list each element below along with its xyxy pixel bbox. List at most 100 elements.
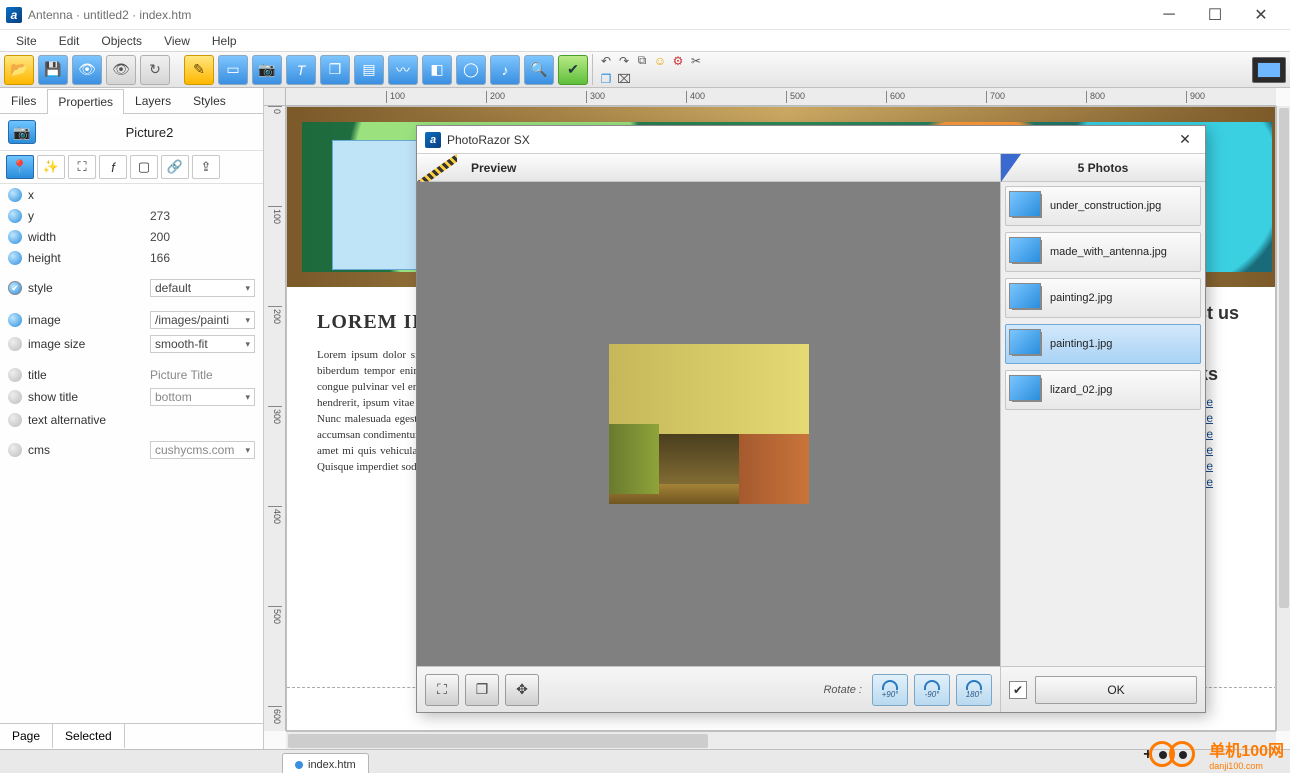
rotate-plus90-button[interactable]: +90°	[872, 674, 908, 706]
rotate-180-button[interactable]: 180°	[956, 674, 992, 706]
export-tab-icon[interactable]: ⇪	[192, 155, 220, 179]
display-toggle-button[interactable]	[1252, 57, 1286, 83]
prop-cms-value[interactable]: cushycms.com	[150, 441, 255, 459]
fx-tab-icon[interactable]: f	[99, 155, 127, 179]
eye-grey-button[interactable]: 👁	[106, 55, 136, 85]
photo-item[interactable]: made_with_antenna.jpg	[1005, 232, 1201, 272]
ruler-tick: 400	[686, 91, 705, 103]
ruler-tick: 100	[386, 91, 405, 103]
rectangle-tool-button[interactable]: ▭	[218, 55, 248, 85]
edit-tool-button[interactable]: ✎	[184, 55, 214, 85]
tab-page[interactable]: Page	[0, 724, 52, 749]
prop-height-value[interactable]: 166	[150, 251, 255, 265]
prop-y-value[interactable]: 273	[150, 209, 255, 223]
prop-showtitle-value[interactable]: bottom	[150, 388, 255, 406]
crop-tab-icon[interactable]: ⛶	[68, 155, 96, 179]
dialog-titlebar[interactable]: a PhotoRazor SX ✕	[417, 126, 1205, 154]
preview-canvas	[417, 182, 1000, 666]
preview-header: Preview	[417, 154, 1000, 182]
prop-style-value[interactable]: default	[150, 279, 255, 297]
tab-layers[interactable]: Layers	[124, 88, 182, 113]
photo-item[interactable]: lizard_02.jpg	[1005, 370, 1201, 410]
dialog-title: PhotoRazor SX	[447, 133, 1173, 147]
check-tool-button[interactable]: ✔	[558, 55, 588, 85]
prop-title-label: title	[28, 368, 150, 382]
minimize-button[interactable]: ─	[1146, 0, 1192, 30]
rotate-minus90-button[interactable]: -90°	[914, 674, 950, 706]
ruler-tick: 900	[1186, 91, 1205, 103]
redo-icon[interactable]: ↷	[617, 54, 631, 68]
wand-tab-icon[interactable]: ✨	[37, 155, 65, 179]
ok-button[interactable]: OK	[1035, 676, 1197, 704]
undo-icon[interactable]: ↶	[599, 54, 613, 68]
document-tab-strip: index.htm	[0, 749, 1290, 773]
app-icon: a	[6, 7, 22, 23]
ruler-tick: 300	[586, 91, 605, 103]
text-tool-button[interactable]: T	[286, 55, 316, 85]
tab-styles[interactable]: Styles	[182, 88, 237, 113]
save-button[interactable]: 💾	[38, 55, 68, 85]
actual-size-button[interactable]: ❐	[465, 674, 499, 706]
prop-imgsize-label: image size	[28, 337, 150, 351]
prop-imgsize-value[interactable]: smooth-fit	[150, 335, 255, 353]
shape-tab-icon[interactable]: ▢	[130, 155, 158, 179]
image-tool-button[interactable]: 📷	[252, 55, 282, 85]
prop-width-value[interactable]: 200	[150, 230, 255, 244]
position-tab-icon[interactable]: 📍	[6, 155, 34, 179]
tab-properties[interactable]: Properties	[47, 89, 124, 114]
photo-item[interactable]: painting2.jpg	[1005, 278, 1201, 318]
photo-thumb-icon	[1012, 286, 1042, 310]
prop-title-value[interactable]: Picture Title	[150, 368, 255, 382]
object-name: Picture2	[44, 125, 255, 140]
vertical-scrollbar[interactable]	[1276, 106, 1290, 731]
horizontal-scrollbar[interactable]	[286, 731, 1276, 749]
menu-edit[interactable]: Edit	[49, 32, 90, 50]
duplicate-icon[interactable]: ⌧	[617, 72, 631, 86]
cut-icon[interactable]: ✂	[689, 54, 703, 68]
rotate-label: Rotate :	[823, 684, 862, 696]
menu-view[interactable]: View	[154, 32, 200, 50]
gradient-tool-button[interactable]: ◧	[422, 55, 452, 85]
link-tab-icon[interactable]: 🔗	[161, 155, 189, 179]
maximize-button[interactable]: ☐	[1192, 0, 1238, 30]
smile-icon[interactable]: ☺	[653, 54, 667, 68]
photo-item[interactable]: under_construction.jpg	[1005, 186, 1201, 226]
ruler-tick: 600	[886, 91, 905, 103]
copy-icon[interactable]: ⧉	[635, 54, 649, 68]
paste-icon[interactable]: ❐	[599, 72, 613, 86]
ruler-corner	[264, 88, 286, 106]
confirm-checkbox[interactable]: ✔	[1009, 681, 1027, 699]
window-titlebar: a Antenna · untitled2 · index.htm ─ ☐ ✕	[0, 0, 1290, 30]
photo-thumb-icon	[1012, 240, 1042, 264]
open-button[interactable]: 📂	[4, 55, 34, 85]
layers-tool-button[interactable]: ❐	[320, 55, 350, 85]
menu-help[interactable]: Help	[202, 32, 247, 50]
ellipse-tool-button[interactable]: ◯	[456, 55, 486, 85]
prop-image-label: image	[28, 313, 150, 327]
tab-files[interactable]: Files	[0, 88, 47, 113]
dialog-close-button[interactable]: ✕	[1173, 131, 1197, 148]
form-tool-button[interactable]: ▤	[354, 55, 384, 85]
photo-item-selected[interactable]: painting1.jpg	[1005, 324, 1201, 364]
fit-button[interactable]: ⛶	[425, 674, 459, 706]
preview-button[interactable]: 👁	[72, 55, 102, 85]
menu-site[interactable]: Site	[6, 32, 47, 50]
zoom-tool-button[interactable]: 🔍	[524, 55, 554, 85]
left-bottom-tabs: Page Selected	[0, 723, 263, 749]
tab-selected[interactable]: Selected	[52, 723, 125, 748]
prop-alt-label: text alternative	[28, 413, 150, 427]
close-button[interactable]: ✕	[1238, 0, 1284, 30]
dialog-preview-pane: Preview ⛶ ❐ ✥ Rotate : +90° -90° 180°	[417, 154, 1001, 712]
menu-objects[interactable]: Objects	[91, 32, 152, 50]
link-icon[interactable]: ⚙	[671, 54, 685, 68]
prop-image-value[interactable]: /images/painti	[150, 311, 255, 329]
line-tool-button[interactable]: 〰	[388, 55, 418, 85]
document-tab[interactable]: index.htm	[282, 753, 369, 773]
media-tool-button[interactable]: ♪	[490, 55, 520, 85]
prop-height-label: height	[28, 251, 150, 265]
dialog-app-icon: a	[425, 132, 441, 148]
fullscreen-button[interactable]: ✥	[505, 674, 539, 706]
prop-showtitle-label: show title	[28, 390, 150, 404]
ruler-tick: 200	[486, 91, 505, 103]
refresh-button[interactable]: ↻	[140, 55, 170, 85]
